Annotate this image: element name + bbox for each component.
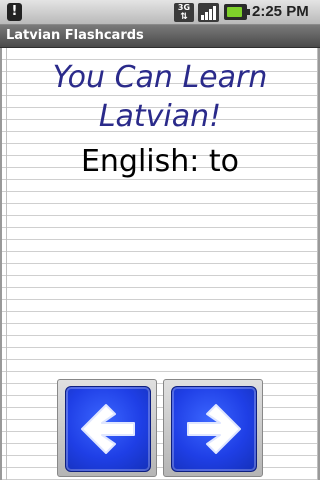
arrow-right-icon <box>187 404 241 454</box>
next-card-button[interactable] <box>163 379 263 477</box>
headline: You Can Learn Latvian! <box>52 60 268 134</box>
arrow-left-icon <box>81 404 135 454</box>
clock: 2:25 PM <box>252 3 309 20</box>
signal-strength-icon <box>198 3 219 22</box>
previous-card-button[interactable] <box>57 379 157 477</box>
previous-button-face <box>65 386 151 472</box>
status-bar: ! 3G ⇅ 2:25 PM <box>0 0 320 25</box>
flashcard-word: English: to <box>80 144 240 179</box>
network-3g-icon: 3G ⇅ <box>174 3 194 22</box>
alert-icon[interactable]: ! <box>7 3 22 21</box>
app-title: Latvian Flashcards <box>6 28 144 43</box>
next-button-face <box>171 386 257 472</box>
battery-icon <box>224 4 250 20</box>
app-title-bar: Latvian Flashcards <box>0 25 320 48</box>
